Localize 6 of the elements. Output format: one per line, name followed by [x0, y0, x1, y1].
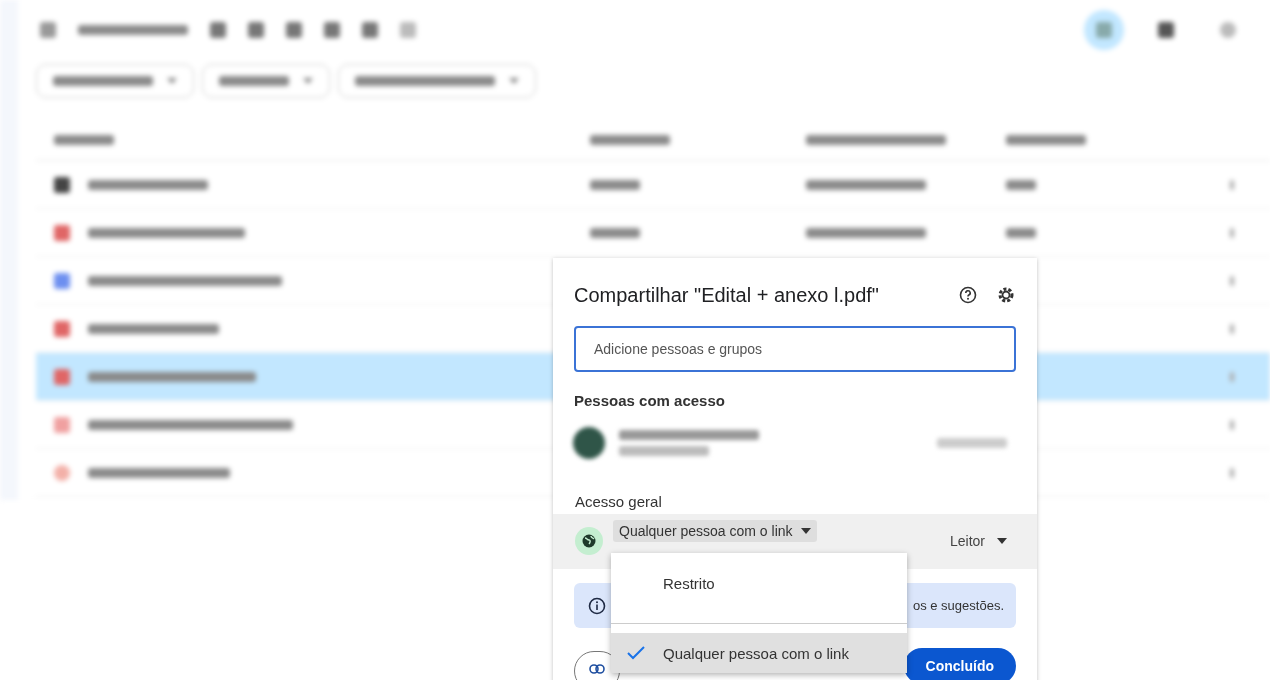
dialog-title: Compartilhar "Edital + anexo l.pdf" [574, 283, 880, 307]
menu-item-label: Qualquer pessoa com o link [663, 644, 849, 662]
menu-item-label: Restrito [663, 574, 715, 592]
section-heading: Pessoas com acesso [573, 391, 726, 409]
section-heading: Acesso geral [574, 492, 663, 512]
info-text: os e sugestões. [912, 598, 1004, 613]
